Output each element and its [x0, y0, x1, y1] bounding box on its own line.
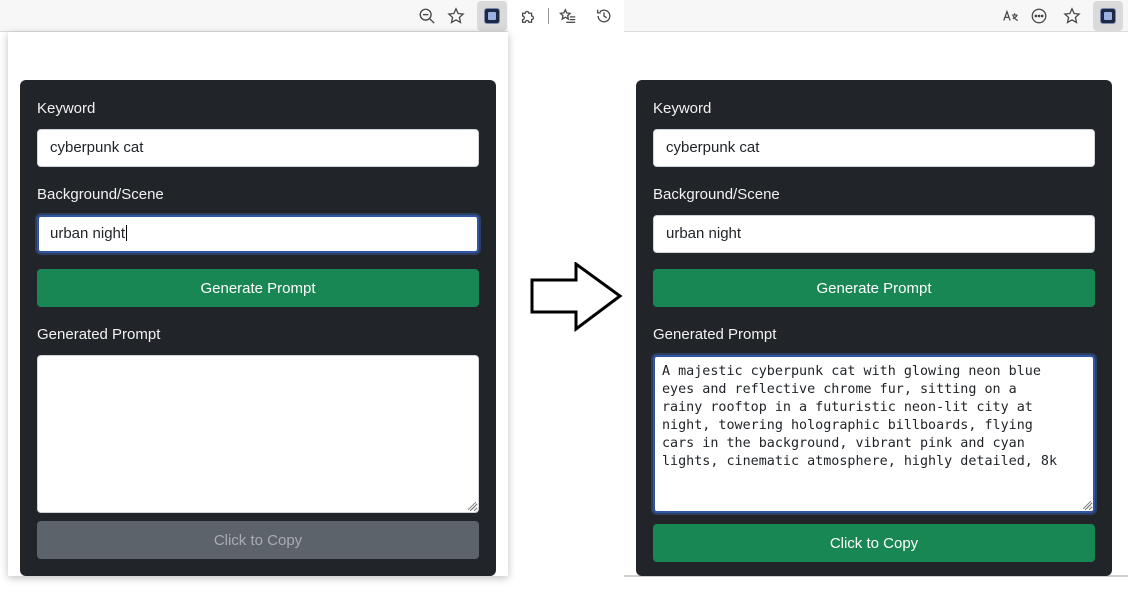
- browser-toolbar-right: [624, 0, 1128, 32]
- generated-prompt-textarea[interactable]: [37, 355, 479, 513]
- keyword-label: Keyword: [37, 100, 96, 117]
- scene-input[interactable]: urban night: [37, 215, 479, 253]
- more-options-icon[interactable]: [1027, 4, 1051, 28]
- keyword-input-value: cyberpunk cat: [50, 139, 144, 156]
- extension-badge-icon[interactable]: [1093, 1, 1123, 31]
- scene-input[interactable]: urban night: [653, 215, 1095, 253]
- favorite-star-icon[interactable]: [1060, 4, 1084, 28]
- extensions-puzzle-icon[interactable]: [516, 4, 540, 28]
- generated-prompt-label: Generated Prompt: [653, 326, 777, 343]
- toolbar-separator: [548, 8, 549, 24]
- browser-toolbar-left: [0, 0, 508, 32]
- scene-label: Background/Scene: [653, 186, 780, 203]
- zoom-out-icon[interactable]: [415, 4, 439, 28]
- favorites-list-icon[interactable]: [556, 4, 580, 28]
- copy-button-disabled[interactable]: Click to Copy: [37, 521, 479, 559]
- read-aloud-icon[interactable]: [999, 4, 1023, 28]
- scene-label: Background/Scene: [37, 186, 164, 203]
- extension-badge-icon[interactable]: [477, 1, 507, 31]
- generated-prompt-text: A majestic cyberpunk cat with glowing ne…: [662, 364, 1058, 469]
- generate-prompt-button[interactable]: Generate Prompt: [653, 269, 1095, 307]
- generate-prompt-button[interactable]: Generate Prompt: [37, 269, 479, 307]
- generated-prompt-label: Generated Prompt: [37, 326, 161, 343]
- transition-arrow-icon: [530, 262, 623, 332]
- generated-prompt-textarea[interactable]: A majestic cyberpunk cat with glowing ne…: [653, 355, 1095, 513]
- scene-input-value: urban night: [50, 225, 126, 242]
- text-caret: [126, 225, 128, 241]
- history-icon[interactable]: [592, 4, 616, 28]
- resize-grip-icon[interactable]: [468, 502, 476, 510]
- keyword-input-value: cyberpunk cat: [666, 139, 760, 156]
- scene-input-value: urban night: [666, 225, 742, 242]
- browser-toolbar-middle: [508, 0, 624, 32]
- copy-button[interactable]: Click to Copy: [653, 524, 1095, 562]
- prompt-generator-card-before: Keyword cyberpunk cat Background/Scene u…: [20, 80, 496, 576]
- prompt-generator-card-after: Keyword cyberpunk cat Background/Scene u…: [636, 80, 1112, 576]
- keyword-label: Keyword: [653, 100, 712, 117]
- keyword-input[interactable]: cyberpunk cat: [37, 129, 479, 167]
- favorite-star-icon[interactable]: [444, 4, 468, 28]
- resize-grip-icon[interactable]: [1083, 501, 1091, 509]
- keyword-input[interactable]: cyberpunk cat: [653, 129, 1095, 167]
